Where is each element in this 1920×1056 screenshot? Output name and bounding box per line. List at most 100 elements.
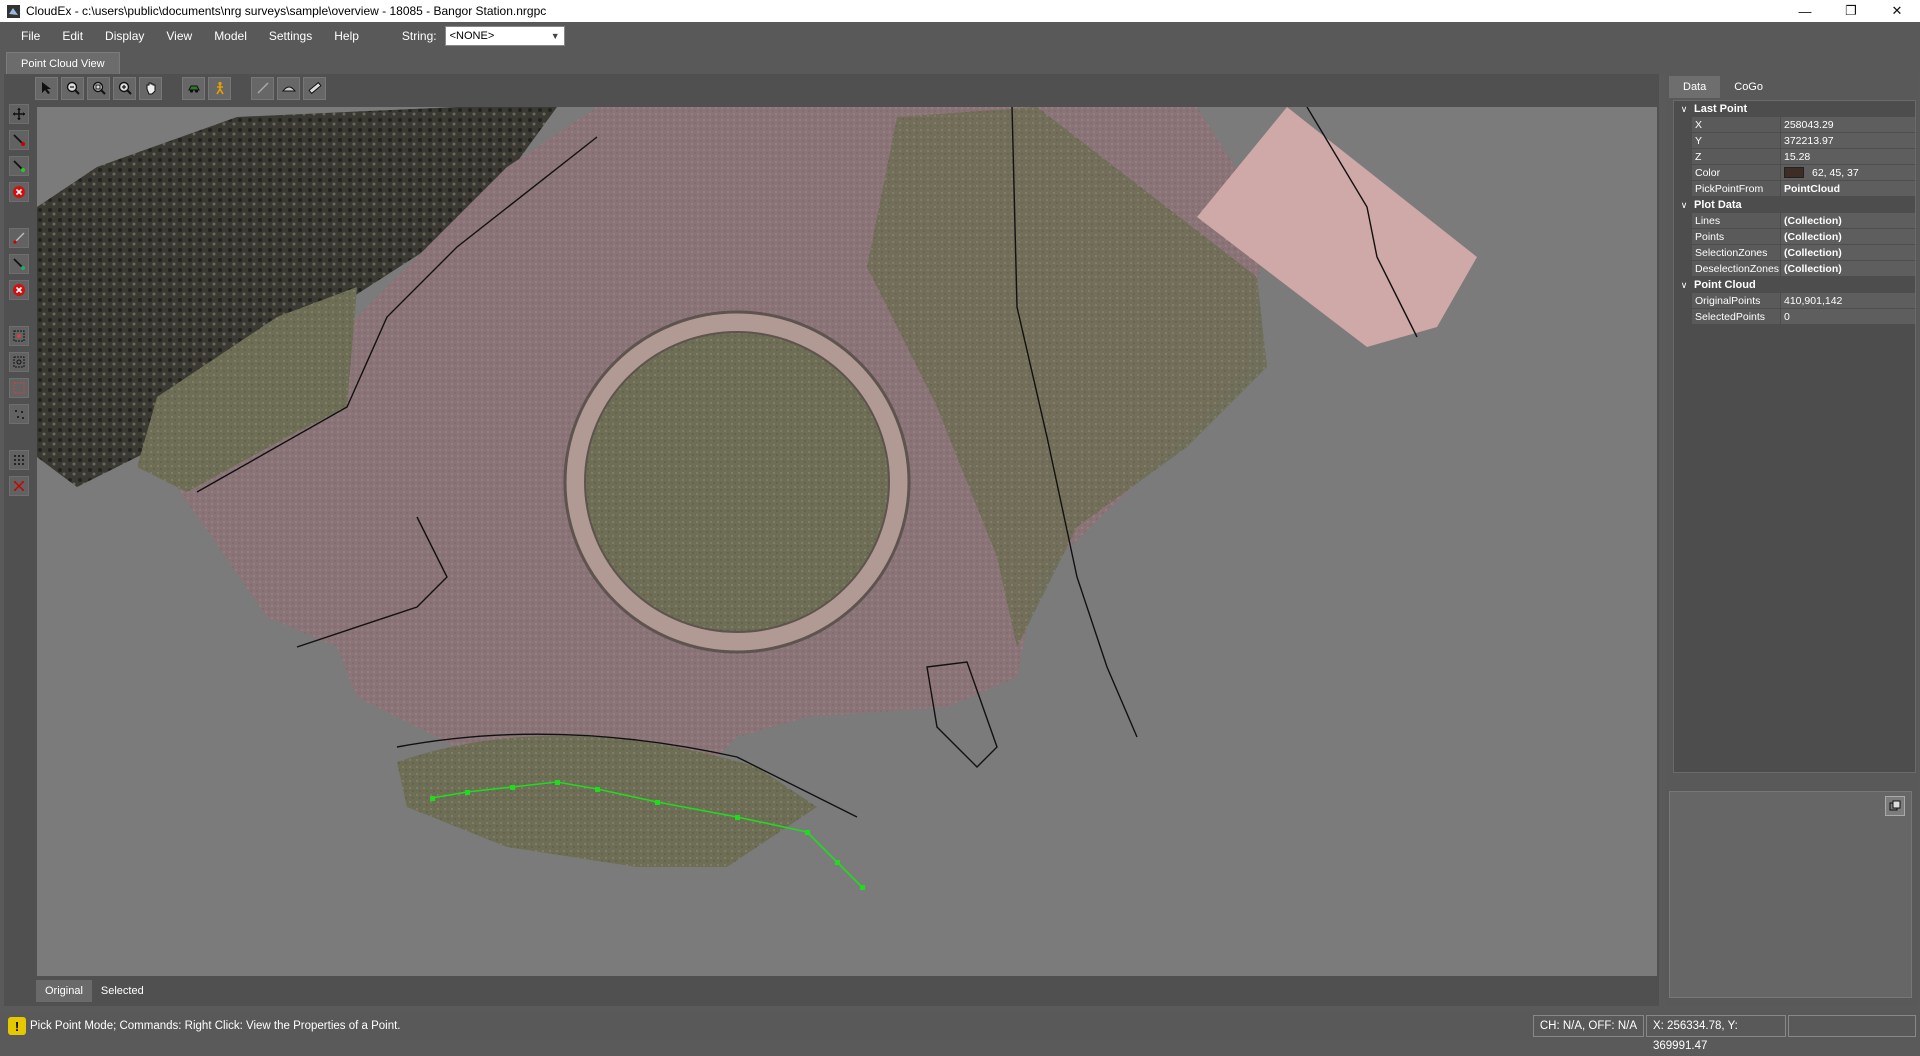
clear-zone-icon[interactable] bbox=[8, 378, 29, 398]
app-logo-icon bbox=[6, 4, 20, 18]
pick-line-icon[interactable] bbox=[8, 130, 29, 150]
menu-edit[interactable]: Edit bbox=[51, 22, 94, 50]
tab-data[interactable]: Data bbox=[1669, 76, 1721, 98]
property-key: SelectionZones bbox=[1692, 245, 1780, 261]
title-bar: CloudEx - c:\users\public\documents\nrg … bbox=[0, 0, 1920, 22]
walk-person-icon[interactable] bbox=[208, 76, 231, 100]
warning-icon: ! bbox=[8, 1017, 26, 1035]
chevron-down-icon: ▼ bbox=[550, 31, 560, 41]
chevron-down-icon[interactable]: ∨ bbox=[1674, 200, 1694, 211]
category-label: Plot Data bbox=[1694, 199, 1742, 211]
edit-toolbar bbox=[8, 104, 29, 502]
property-value[interactable]: (Collection) bbox=[1780, 261, 1915, 277]
color-value: 62, 45, 37 bbox=[1812, 166, 1859, 179]
property-value[interactable]: 62, 45, 37 bbox=[1780, 165, 1915, 181]
property-value[interactable]: 410,901,142 bbox=[1780, 293, 1915, 309]
property-value[interactable]: (Collection) bbox=[1780, 245, 1915, 261]
panel-tabs: Data CoGo bbox=[1669, 76, 1777, 98]
property-value[interactable]: PointCloud bbox=[1780, 181, 1915, 197]
minimize-icon[interactable]: — bbox=[1782, 0, 1828, 22]
add-node-icon[interactable] bbox=[8, 254, 29, 274]
property-row-z[interactable]: Z 15.28 bbox=[1692, 149, 1915, 165]
menu-bar: File Edit Display View Model Settings He… bbox=[0, 22, 1920, 50]
property-row-color[interactable]: Color 62, 45, 37 bbox=[1692, 165, 1915, 181]
menu-display[interactable]: Display bbox=[94, 22, 155, 50]
grid-points-icon[interactable] bbox=[8, 450, 29, 470]
chevron-down-icon[interactable]: ∨ bbox=[1674, 280, 1694, 291]
deselect-zone-icon[interactable] bbox=[8, 352, 29, 372]
view-mode-tabs: Original Selected bbox=[36, 980, 153, 1002]
property-value[interactable]: 15.28 bbox=[1780, 149, 1915, 165]
delete-icon[interactable] bbox=[8, 182, 29, 202]
property-row-x[interactable]: X 258043.29 bbox=[1692, 117, 1915, 133]
property-key: DeselectionZones bbox=[1692, 261, 1780, 277]
property-row-selection-zones[interactable]: SelectionZones (Collection) bbox=[1692, 245, 1915, 261]
property-key: OriginalPoints bbox=[1692, 293, 1780, 309]
property-value[interactable]: 372213.97 bbox=[1780, 133, 1915, 149]
preview-pane bbox=[1669, 791, 1912, 998]
property-row-points[interactable]: Points (Collection) bbox=[1692, 229, 1915, 245]
menu-settings[interactable]: Settings bbox=[258, 22, 323, 50]
point-select-icon[interactable] bbox=[8, 404, 29, 424]
grass-verge-bottom bbox=[397, 735, 817, 867]
point-cloud-canvas[interactable] bbox=[37, 107, 1657, 976]
draw-line-icon[interactable] bbox=[8, 228, 29, 248]
property-row-lines[interactable]: Lines (Collection) bbox=[1692, 213, 1915, 229]
category-plot-data[interactable]: ∨ Plot Data bbox=[1674, 197, 1915, 213]
property-row-deselection-zones[interactable]: DeselectionZones (Collection) bbox=[1692, 261, 1915, 277]
select-arrow-icon[interactable] bbox=[35, 76, 58, 100]
menu-view[interactable]: View bbox=[155, 22, 203, 50]
category-label: Point Cloud bbox=[1694, 279, 1756, 291]
zoom-extents-icon[interactable] bbox=[87, 76, 110, 100]
tab-selected[interactable]: Selected bbox=[92, 980, 153, 1002]
point-cloud-render bbox=[37, 107, 1477, 890]
property-grid: ∨ Last Point X 258043.29 Y 372213.97 Z 1… bbox=[1673, 100, 1916, 773]
zoom-in-icon[interactable] bbox=[113, 76, 136, 100]
category-last-point[interactable]: ∨ Last Point bbox=[1674, 101, 1915, 117]
tab-cogo[interactable]: CoGo bbox=[1720, 76, 1777, 98]
pick-point-icon[interactable] bbox=[8, 156, 29, 176]
property-key: SelectedPoints bbox=[1692, 309, 1780, 325]
property-key: Lines bbox=[1692, 213, 1780, 229]
pan-hand-icon[interactable] bbox=[139, 76, 162, 100]
menu-model[interactable]: Model bbox=[203, 22, 258, 50]
clear-points-icon[interactable] bbox=[8, 476, 29, 496]
status-message: Pick Point Mode; Commands: Right Click: … bbox=[30, 1020, 401, 1032]
category-label: Last Point bbox=[1694, 103, 1748, 115]
category-point-cloud[interactable]: ∨ Point Cloud bbox=[1674, 277, 1915, 293]
property-value[interactable]: 0 bbox=[1780, 309, 1915, 325]
status-ch-offset: CH: N/A, OFF: N/A bbox=[1532, 1015, 1644, 1037]
color-swatch bbox=[1784, 167, 1804, 178]
move-icon[interactable] bbox=[8, 104, 29, 124]
menu-file[interactable]: File bbox=[10, 22, 51, 50]
measure-tool-icon[interactable] bbox=[303, 76, 326, 100]
property-row-y[interactable]: Y 372213.97 bbox=[1692, 133, 1915, 149]
menu-help[interactable]: Help bbox=[323, 22, 370, 50]
surface-tool-icon[interactable] bbox=[277, 76, 300, 100]
string-dropdown-value: <NONE> bbox=[449, 30, 495, 42]
select-zone-icon[interactable] bbox=[8, 326, 29, 346]
window-title: CloudEx - c:\users\public\documents\nrg … bbox=[26, 4, 547, 18]
property-row-selected-points[interactable]: SelectedPoints 0 bbox=[1692, 309, 1915, 325]
tab-point-cloud-view[interactable]: Point Cloud View bbox=[6, 52, 120, 74]
zoom-out-icon[interactable] bbox=[61, 76, 84, 100]
restore-icon[interactable]: ❐ bbox=[1828, 0, 1874, 22]
line-tool-icon[interactable] bbox=[251, 76, 274, 100]
property-key: PickPointFrom bbox=[1692, 181, 1780, 197]
delete-line-icon[interactable] bbox=[8, 280, 29, 300]
property-value[interactable]: 258043.29 bbox=[1780, 117, 1915, 133]
copy-window-icon[interactable] bbox=[1885, 796, 1905, 816]
close-icon[interactable]: ✕ bbox=[1874, 0, 1920, 22]
property-key: Points bbox=[1692, 229, 1780, 245]
property-value[interactable]: (Collection) bbox=[1780, 213, 1915, 229]
orbit-icon[interactable] bbox=[182, 76, 205, 100]
property-key: Color bbox=[1692, 165, 1780, 181]
property-value[interactable]: (Collection) bbox=[1780, 229, 1915, 245]
property-row-pick-point-from[interactable]: PickPointFrom PointCloud bbox=[1692, 181, 1915, 197]
string-dropdown[interactable]: <NONE> ▼ bbox=[444, 26, 565, 46]
status-bar: ! Pick Point Mode; Commands: Right Click… bbox=[0, 1012, 1920, 1052]
tab-original[interactable]: Original bbox=[36, 980, 92, 1002]
property-row-original-points[interactable]: OriginalPoints 410,901,142 bbox=[1692, 293, 1915, 309]
view-toolbar bbox=[35, 76, 326, 100]
chevron-down-icon[interactable]: ∨ bbox=[1674, 104, 1694, 115]
